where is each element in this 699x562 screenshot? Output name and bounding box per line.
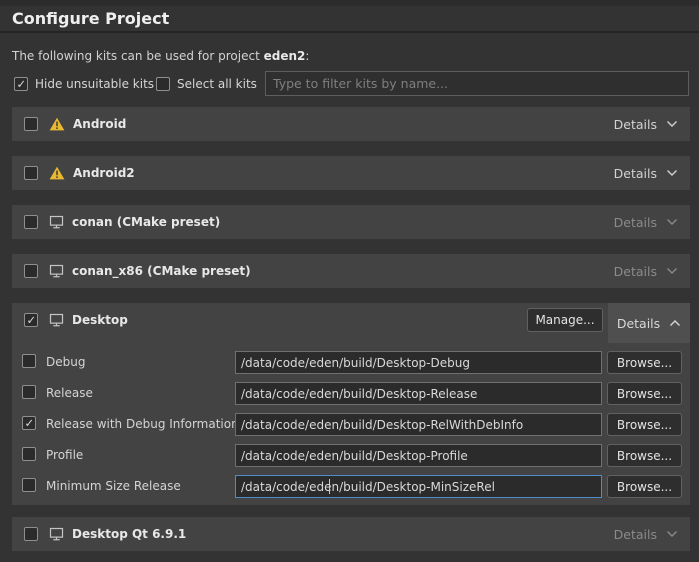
kit-row-conan-x86: conan_x86 (CMake preset) Details bbox=[12, 254, 690, 288]
chevron-down-icon bbox=[666, 169, 678, 177]
config-label: Minimum Size Release bbox=[46, 479, 181, 493]
details-button[interactable]: Details bbox=[614, 527, 678, 542]
checkbox-icon[interactable] bbox=[14, 77, 28, 91]
kit-row-android: Android Details bbox=[12, 107, 690, 141]
config-checkbox[interactable] bbox=[22, 354, 36, 368]
build-config-row-profile: Profile Browse... bbox=[12, 444, 690, 467]
build-dir-input[interactable] bbox=[235, 413, 602, 436]
details-button[interactable]: Details bbox=[614, 166, 678, 181]
build-dir-input[interactable] bbox=[235, 475, 602, 498]
select-all-kits-checkbox[interactable]: Select all kits bbox=[156, 77, 257, 91]
config-label: Release with Debug Information bbox=[46, 417, 239, 431]
details-label: Details bbox=[614, 166, 657, 181]
kit-row-desktop: Desktop Manage... Details bbox=[12, 303, 690, 337]
manage-kits-button[interactable]: Manage... bbox=[527, 308, 603, 332]
kit-name: conan (CMake preset) bbox=[72, 215, 220, 229]
kit-checkbox[interactable] bbox=[24, 264, 38, 278]
config-checkbox[interactable] bbox=[22, 385, 36, 399]
hide-unsuitable-kits-checkbox[interactable]: Hide unsuitable kits bbox=[14, 77, 154, 91]
intro-prefix: The following kits can be used for proje… bbox=[12, 49, 264, 63]
warning-icon bbox=[49, 117, 65, 131]
project-name: eden2 bbox=[264, 49, 306, 63]
build-dir-field-focused bbox=[235, 475, 602, 498]
hide-unsuitable-kits-label: Hide unsuitable kits bbox=[35, 77, 154, 91]
chevron-down-icon bbox=[666, 267, 678, 275]
details-label: Details bbox=[614, 215, 657, 230]
kit-row-desktop-qt-691: Desktop Qt 6.9.1 Details bbox=[12, 517, 690, 551]
kit-name: Desktop bbox=[72, 313, 128, 327]
build-dir-field bbox=[235, 351, 602, 374]
kit-row-android2: Android2 Details bbox=[12, 156, 690, 190]
intro-suffix: : bbox=[305, 49, 309, 63]
details-button-expanded[interactable]: Details bbox=[608, 303, 690, 343]
warning-icon bbox=[49, 166, 65, 180]
text-caret bbox=[329, 479, 330, 494]
build-config-row-debug: Debug Browse... bbox=[12, 351, 690, 374]
page-title: Configure Project bbox=[12, 9, 169, 28]
config-checkbox[interactable] bbox=[22, 478, 36, 492]
build-dir-input[interactable] bbox=[235, 351, 602, 374]
kit-name: Android bbox=[73, 117, 126, 131]
config-label: Release bbox=[46, 386, 93, 400]
chevron-down-icon bbox=[666, 530, 678, 538]
details-button[interactable]: Details bbox=[614, 215, 678, 230]
kit-checkbox[interactable] bbox=[24, 313, 38, 327]
chevron-down-icon bbox=[666, 218, 678, 226]
kit-row-conan: conan (CMake preset) Details bbox=[12, 205, 690, 239]
browse-button[interactable]: Browse... bbox=[607, 475, 682, 498]
build-dir-input[interactable] bbox=[235, 444, 602, 467]
kit-name: Android2 bbox=[73, 166, 135, 180]
config-label: Profile bbox=[46, 448, 83, 462]
build-config-row-minsizerel: Minimum Size Release Browse... bbox=[12, 475, 690, 498]
select-all-kits-label: Select all kits bbox=[177, 77, 257, 91]
details-label: Details bbox=[617, 316, 660, 331]
build-dir-field bbox=[235, 444, 602, 467]
desktop-icon bbox=[49, 527, 64, 542]
details-button[interactable]: Details bbox=[614, 264, 678, 279]
browse-button[interactable]: Browse... bbox=[607, 413, 682, 436]
browse-button[interactable]: Browse... bbox=[607, 382, 682, 405]
configure-project-page: Configure Project The following kits can… bbox=[0, 0, 699, 562]
kits-intro-text: The following kits can be used for proje… bbox=[12, 49, 309, 63]
desktop-icon bbox=[49, 313, 64, 328]
window-top-edge bbox=[0, 0, 699, 6]
browse-button[interactable]: Browse... bbox=[607, 351, 682, 374]
config-checkbox[interactable] bbox=[22, 416, 36, 430]
build-config-row-release: Release Browse... bbox=[12, 382, 690, 405]
kit-name: Desktop Qt 6.9.1 bbox=[72, 527, 186, 541]
chevron-down-icon bbox=[666, 120, 678, 128]
kit-checkbox[interactable] bbox=[24, 527, 38, 541]
build-dir-field bbox=[235, 413, 602, 436]
chevron-up-icon bbox=[669, 319, 681, 327]
kit-name: conan_x86 (CMake preset) bbox=[72, 264, 251, 278]
kit-checkbox[interactable] bbox=[24, 117, 38, 131]
details-button[interactable]: Details bbox=[614, 117, 678, 132]
build-config-row-relwithdebinfo: Release with Debug Information Browse... bbox=[12, 413, 690, 436]
config-checkbox[interactable] bbox=[22, 447, 36, 461]
checkbox-icon[interactable] bbox=[156, 77, 170, 91]
build-dir-input[interactable] bbox=[235, 382, 602, 405]
title-divider bbox=[0, 31, 699, 33]
build-dir-field bbox=[235, 382, 602, 405]
details-label: Details bbox=[614, 527, 657, 542]
browse-button[interactable]: Browse... bbox=[607, 444, 682, 467]
desktop-icon bbox=[49, 264, 64, 279]
config-label: Debug bbox=[46, 355, 85, 369]
details-label: Details bbox=[614, 117, 657, 132]
kit-checkbox[interactable] bbox=[24, 215, 38, 229]
desktop-icon bbox=[49, 215, 64, 230]
details-label: Details bbox=[614, 264, 657, 279]
kit-filter-input[interactable] bbox=[265, 71, 689, 96]
kit-card-desktop: Desktop Manage... Details Debug Browse..… bbox=[12, 303, 690, 505]
kit-checkbox[interactable] bbox=[24, 166, 38, 180]
